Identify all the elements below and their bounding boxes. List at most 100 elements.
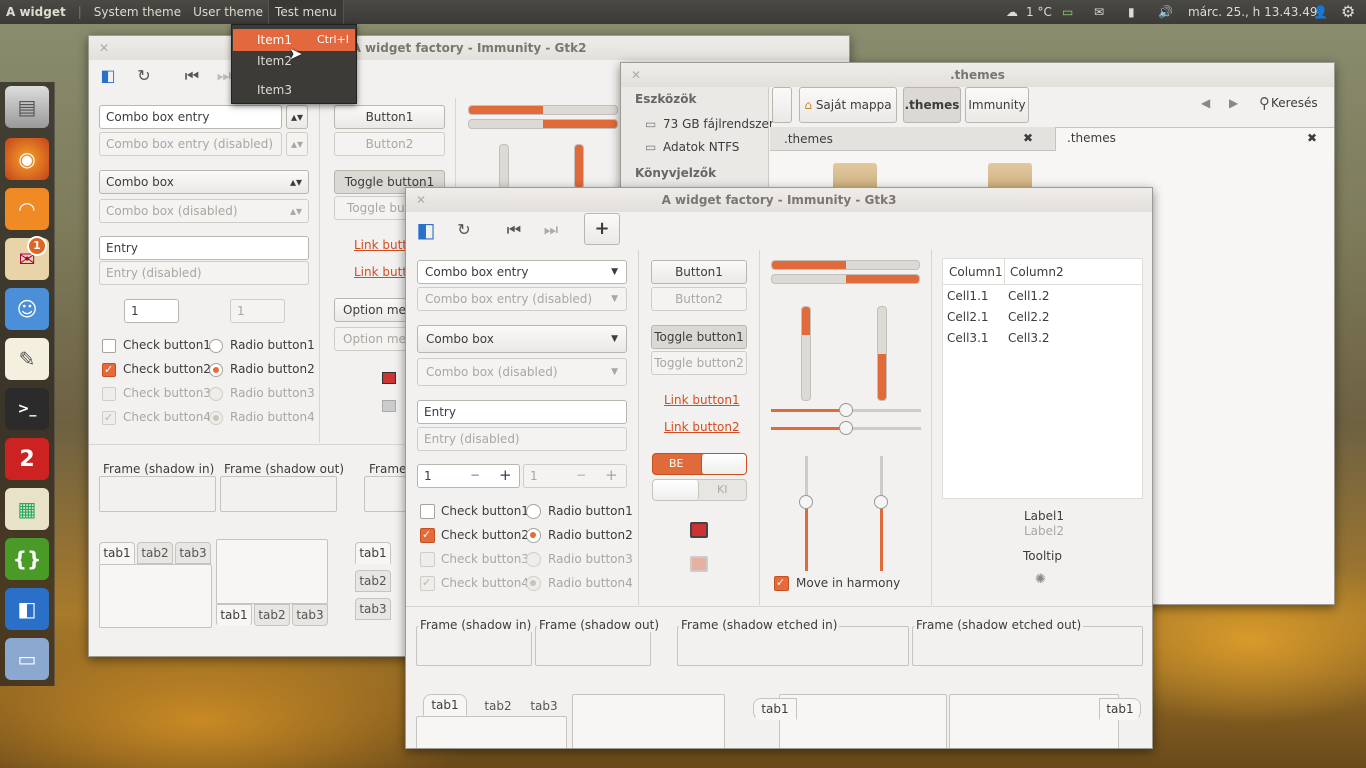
vscale-2[interactable]	[874, 456, 888, 571]
first-icon[interactable]: ⏮	[503, 220, 525, 240]
terminal-icon[interactable]: >_	[5, 388, 49, 430]
drive-icon[interactable]: ▭	[645, 140, 656, 154]
files-tab-2[interactable]: .themes	[1067, 131, 1116, 145]
back-icon[interactable]: ◀	[1201, 96, 1210, 110]
link-button-2[interactable]: Link butt	[354, 265, 407, 279]
drive-icon[interactable]: ▭	[645, 117, 656, 131]
chat-icon[interactable]: ☺	[5, 288, 49, 330]
close-icon[interactable]: ✕	[99, 36, 109, 60]
check-button-2[interactable]	[102, 363, 116, 377]
sidebar-item-drive1[interactable]: 73 GB fájlrendszer	[663, 117, 774, 131]
breadcrumb-immunity[interactable]: Immunity	[965, 87, 1029, 123]
move-in-harmony-check[interactable]	[774, 576, 789, 591]
refresh-icon[interactable]: ↻	[133, 66, 155, 85]
radio-button-2[interactable]	[209, 363, 223, 377]
files-icon[interactable]: ▤	[5, 86, 49, 128]
check-button-1[interactable]	[102, 339, 116, 353]
clock[interactable]: márc. 25., h 13.43.49	[1188, 0, 1318, 24]
network-icon[interactable]: ▮	[1128, 0, 1135, 24]
tab-bottom-3[interactable]: tab3	[292, 604, 328, 626]
back-toggle[interactable]	[772, 87, 792, 123]
menu-user-theme[interactable]: User theme	[187, 0, 269, 24]
link-button-2[interactable]: Link button2	[664, 420, 740, 434]
vscale-1[interactable]	[799, 456, 813, 571]
search-button[interactable]: Keresés	[1271, 96, 1318, 110]
tab-3[interactable]: tab3	[175, 542, 211, 564]
menu-item-3[interactable]: Item3	[233, 79, 355, 101]
tab-left-1[interactable]: tab1	[753, 698, 797, 720]
combo-entry[interactable]: Combo box entry	[99, 105, 282, 129]
battery-icon[interactable]: ▭	[1062, 0, 1073, 24]
entry[interactable]: Entry	[99, 236, 309, 260]
menu-test-menu[interactable]: Test menu	[268, 0, 344, 25]
widget-factory-icon[interactable]: ◧	[5, 588, 49, 630]
close-icon[interactable]: ✕	[631, 63, 641, 87]
close-icon[interactable]: ✖	[1307, 131, 1317, 145]
record-icon[interactable]	[690, 522, 708, 538]
workspace-icon[interactable]: ▭	[5, 638, 49, 680]
button-1[interactable]: Button1	[334, 105, 445, 129]
column-header-1[interactable]: Column1	[949, 265, 1003, 279]
tab-side-1[interactable]: tab1	[355, 542, 391, 564]
link-button-1[interactable]: Link button1	[664, 393, 740, 407]
entry[interactable]: Entry	[417, 400, 627, 424]
combo-box[interactable]: Combo box ▼	[417, 325, 627, 353]
tab-side-2[interactable]: tab2	[355, 570, 391, 592]
button-1[interactable]: Button1	[651, 260, 747, 284]
radio-button-1[interactable]	[209, 339, 223, 353]
volume-icon[interactable]: 🔊	[1158, 0, 1173, 24]
last-icon[interactable]: ⏭	[540, 220, 562, 240]
tab-right-1[interactable]: tab1	[1099, 698, 1141, 720]
tab-side-3[interactable]: tab3	[355, 598, 391, 620]
close-icon[interactable]: ✕	[416, 188, 426, 212]
hscale-1[interactable]	[771, 403, 921, 417]
search-icon[interactable]: ⚲	[1259, 94, 1270, 112]
toggle-button-1[interactable]: Toggle button1	[651, 325, 747, 349]
tab-bottom-1[interactable]: tab1	[216, 604, 252, 626]
refresh-icon[interactable]: ↻	[453, 220, 475, 239]
tab-2[interactable]: tab2	[476, 696, 520, 718]
check-button-1[interactable]	[420, 504, 435, 519]
combo-entry[interactable]: Combo box entry ▼	[417, 260, 627, 284]
combo-box[interactable]: Combo box ▴▾	[99, 170, 309, 194]
app-logo-icon[interactable]: ◧	[97, 66, 119, 85]
spin-button[interactable]: 1	[124, 299, 179, 323]
app-logo-icon[interactable]: ◧	[415, 218, 437, 242]
tab-3[interactable]: tab3	[522, 696, 566, 718]
breadcrumb-themes[interactable]: .themes	[903, 87, 961, 123]
menu-system-theme[interactable]: System theme	[88, 0, 187, 24]
first-icon[interactable]: ⏮	[181, 66, 203, 86]
radio-button-2[interactable]	[526, 528, 541, 543]
weather-icon[interactable]: ☁	[1006, 0, 1018, 24]
user-icon[interactable]: 👤	[1313, 0, 1328, 24]
mahjong-icon[interactable]: ▦	[5, 488, 49, 530]
column-header-2[interactable]: Column2	[1010, 265, 1064, 279]
plus-icon[interactable]: +	[499, 466, 512, 484]
text-editor-icon[interactable]: ✎	[5, 338, 49, 380]
firefox-icon[interactable]: ◉	[5, 138, 49, 180]
rss-icon[interactable]: ◠	[5, 188, 49, 230]
record-icon[interactable]	[382, 372, 396, 384]
tab-1[interactable]: tab1	[423, 694, 467, 716]
forward-icon[interactable]: ▶	[1229, 96, 1238, 110]
combo-entry-arrow[interactable]: ▴▾	[286, 105, 308, 129]
add-button[interactable]: +	[584, 213, 620, 245]
switch-on[interactable]: BE	[652, 453, 747, 475]
tab-bottom-2[interactable]: tab2	[254, 604, 290, 626]
hscale-2[interactable]	[771, 421, 921, 435]
json-icon[interactable]: {}	[5, 538, 49, 580]
tab-1[interactable]: tab1	[99, 542, 135, 564]
mail-icon[interactable]: ✉	[1094, 0, 1104, 24]
tree-view[interactable]: Column1 Column2 Cell1.1 Cell1.2 Cell2.1 …	[942, 258, 1143, 499]
close-icon[interactable]: ✖	[1023, 131, 1033, 145]
sidebar-item-drive2[interactable]: Adatok NTFS	[663, 140, 739, 154]
game-icon[interactable]: 2	[5, 438, 49, 480]
weather-temp[interactable]: 1 °C	[1026, 0, 1052, 24]
files-tab-1[interactable]: .themes	[784, 132, 833, 146]
minus-icon[interactable]: −	[470, 468, 480, 482]
breadcrumb-home[interactable]: ⌂ Saját mappa	[799, 87, 897, 123]
gear-icon[interactable]: ⚙	[1341, 0, 1355, 24]
check-button-2[interactable]	[420, 528, 435, 543]
link-button-1[interactable]: Link butt	[354, 238, 407, 252]
radio-button-1[interactable]	[526, 504, 541, 519]
